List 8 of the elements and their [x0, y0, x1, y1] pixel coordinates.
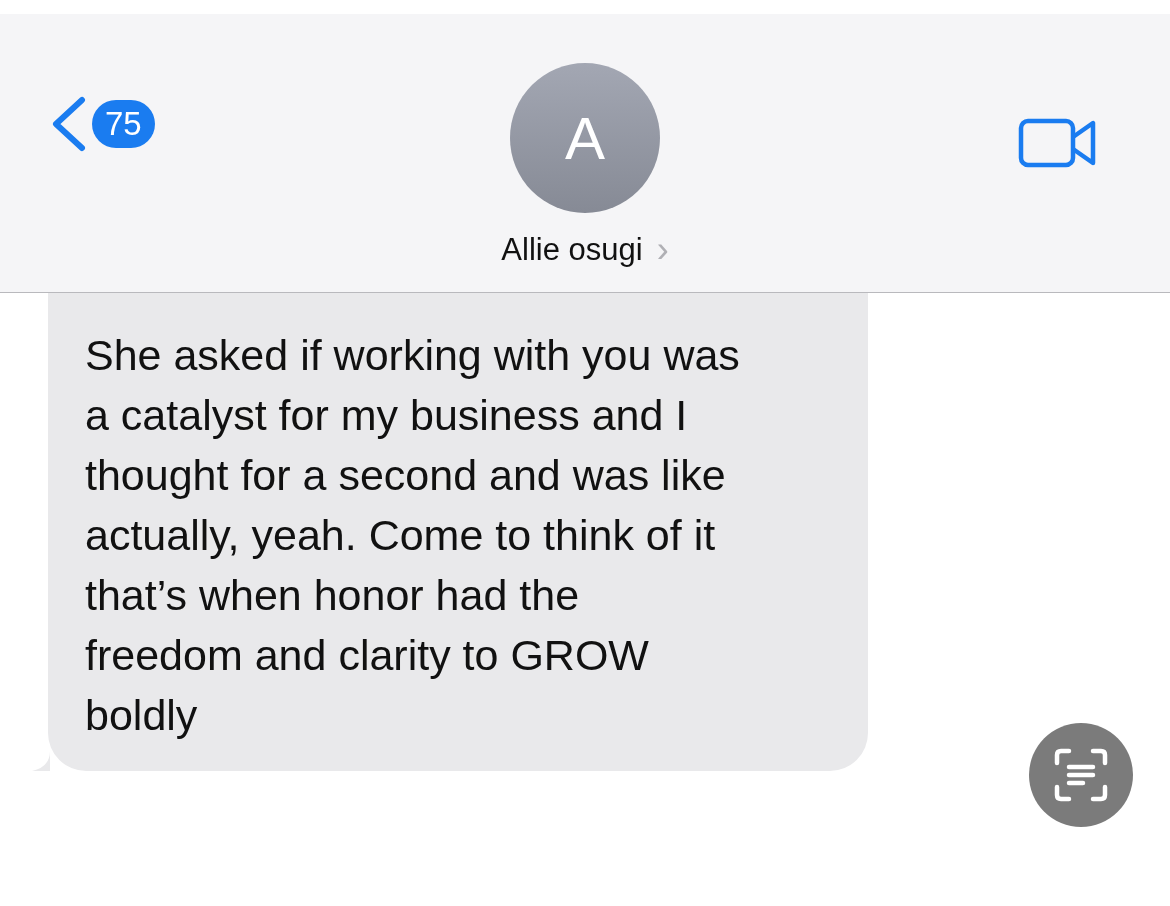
unread-count-badge: 75	[92, 100, 155, 148]
video-camera-icon	[1018, 117, 1098, 169]
back-button[interactable]: 75	[48, 96, 155, 152]
message-text: She asked if working with you was a catalyst for my business and I thought for a second and was like actually, yeah. Come to think of it that’s when honor had the freedom and clarity to GROW boldly	[85, 331, 740, 739]
chevron-right-icon: ›	[656, 229, 669, 271]
video-call-button[interactable]	[1018, 117, 1098, 169]
contact-name[interactable]: Allie osugi ›	[501, 229, 669, 271]
contact-avatar[interactable]: A	[510, 63, 660, 213]
